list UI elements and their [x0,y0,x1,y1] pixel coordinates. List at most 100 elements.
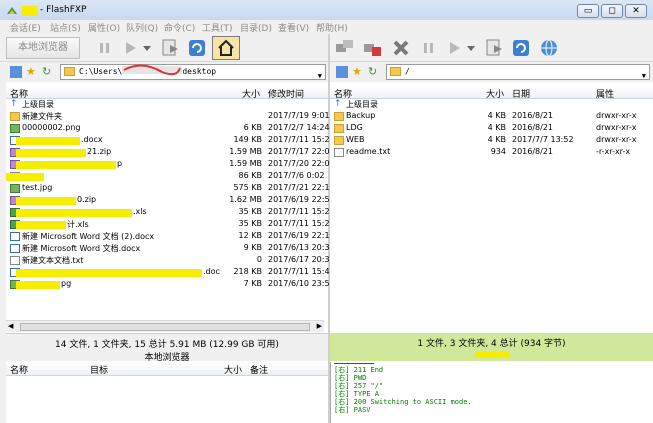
cell-modified: 2017/2/7 14:24 [268,123,330,132]
local-path-input[interactable]: C:\Users\ desktop ▼ [60,64,326,80]
list-item[interactable]: .xls 35 KB 2017/7/11 15:2 [6,207,330,219]
cell-name: .xls [133,207,147,216]
favorites-star-icon[interactable]: ★ [26,65,36,78]
abort-icon[interactable] [390,37,412,59]
menu-sites[interactable]: 站点(S) [50,21,81,34]
menu-help[interactable]: 帮助(H) [316,21,348,34]
connect-icon[interactable] [334,37,356,59]
cell-name: test.jpg [22,183,53,192]
list-item[interactable]: ↑ 上级目录 [330,99,653,111]
list-item[interactable]: readme.txt 934 2016/8/21 -r-xr-xr-x [330,147,653,159]
chevron-down-icon[interactable]: ▼ [642,69,646,83]
log-line: [右] PWD [334,374,367,382]
cell-modified: 2017/7/21 22:1 [268,183,330,192]
globe-icon[interactable] [538,37,560,59]
cell-date: 2017/7/7 13:52 [512,135,574,144]
home-icon[interactable] [212,36,240,60]
refresh-icon-remote[interactable] [510,37,532,59]
list-item[interactable]: .doc 218 KB 2017/7/11 15:4 [6,267,330,279]
cell-size: 149 KB [233,135,262,144]
list-item[interactable]: 新建 Microsoft Word 文档.docx 9 KB 2017/6/13 2… [6,243,330,255]
scroll-right-icon[interactable]: ▶ [317,322,322,330]
scroll-thumb[interactable] [20,323,310,331]
favorites-star-icon[interactable]: ★ [352,65,362,78]
local-horizontal-scrollbar[interactable]: ◀ ▶ [6,320,324,332]
menu-queue[interactable]: 队列(Q) [126,21,158,34]
menu-commands[interactable]: 命令(C) [164,21,195,34]
redaction [16,149,86,157]
cell-modified: 2017/7/11 15:2 [268,135,330,144]
up-icon: ↑ [334,99,342,109]
pause-icon[interactable] [94,37,116,59]
menu-properties[interactable]: 属性(O) [88,21,120,34]
disconnect-icon[interactable] [362,37,384,59]
cell-size: 1.59 MB [229,147,262,156]
local-list-header: 名称 大小 修改时间 [6,86,328,100]
log-line-partial [334,362,374,364]
queue-column-remark[interactable]: 备注 [250,363,268,376]
maximize-button[interactable]: ◻ [601,4,623,18]
play-icon-remote[interactable] [444,37,466,59]
list-item[interactable]: test.jpg 575 KB 2017/7/21 22:1 [6,183,330,195]
list-item[interactable]: 新建文件夹 2017/7/19 9:01 [6,111,330,123]
list-item[interactable]: pg 7 KB 2017/6/10 23:5 [6,279,330,291]
refresh-icon[interactable] [186,37,208,59]
cell-name: pg [61,279,72,288]
remote-status-bar: 1 文件, 3 文件夹, 4 总计 (934 字节) [330,333,653,361]
transfer-icon[interactable] [160,37,182,59]
list-item[interactable]: .docx 149 KB 2017/7/11 15:2 [6,135,330,147]
minimize-button[interactable]: ▭ [577,4,599,18]
menu-view[interactable]: 查看(V) [278,21,309,34]
remote-status-text: 1 文件, 3 文件夹, 4 总计 (934 字节) [417,339,566,349]
cell-modified: 2017/7/11 15:2 [268,219,330,228]
refresh-small-icon[interactable]: ↻ [42,65,51,78]
remote-path-input[interactable]: / ▼ [386,64,650,80]
cell-name: 00000002.png [22,123,81,132]
list-item[interactable]: 21.zip 1.59 MB 2017/7/17 22:0 [6,147,330,159]
play-icon[interactable] [120,37,142,59]
cell-modified: 2017/7/19 9:01 [268,111,330,120]
list-item[interactable]: 新建文本文档.txt 0 2017/6/17 20:3 [6,255,330,267]
session-log[interactable]: [右] 211 End [右] PWD [右] 257 "/" [右] TYPE A[… [330,362,653,423]
menu-session[interactable]: 会话(E) [10,21,41,34]
cell-name: 计.xls [67,220,89,229]
view-icon[interactable] [336,66,348,78]
title-bar: - FlashFXP ▭ ◻ ✕ [0,0,653,22]
close-button[interactable]: ✕ [625,4,647,18]
cell-name: .docx [81,135,103,144]
queue-column-size[interactable]: 大小 [224,363,242,376]
window-title: - FlashFXP [40,5,87,15]
cell-size: 9 KB [243,243,262,252]
chevron-down-icon[interactable]: ▼ [318,69,322,83]
cell-size: 4 KB [487,111,506,120]
local-browser-button[interactable]: 本地浏览器 [6,37,80,59]
menu-tools[interactable]: 工具(T) [202,21,233,34]
list-item[interactable]: 新建 Microsoft Word 文档 (2).docx 12 KB 2017/6… [6,231,330,243]
chevron-down-icon[interactable] [142,37,152,59]
list-item[interactable]: p 1.59 MB 2017/7/20 22:0 [6,159,330,171]
redaction [16,137,80,145]
list-item[interactable]: 86 KB 2017/7/6 0:02 [6,171,328,183]
list-item[interactable]: LDG 4 KB 2016/8/21 drwxr-xr-x [330,123,653,135]
list-item[interactable]: 00000002.png 6 KB 2017/2/7 14:24 [6,123,330,135]
view-icon[interactable] [10,66,22,78]
list-item[interactable]: WEB 4 KB 2017/7/7 13:52 drwxr-xr-x [330,135,653,147]
redaction [16,161,116,169]
refresh-small-icon[interactable]: ↻ [368,65,377,78]
redaction [16,209,132,217]
transfer-icon-remote[interactable] [484,37,506,59]
cell-modified: 2017/6/13 20:3 [268,243,330,252]
folder-icon [334,124,344,133]
list-item[interactable]: ↑ 上级目录 [6,99,328,111]
local-status-text: 14 文件, 1 文件夹, 15 总计 5.91 MB (12.99 GB 可用… [55,340,279,350]
log-line: [右] TYPE A [334,390,379,398]
menu-directory[interactable]: 目录(D) [240,21,272,34]
list-item[interactable]: 0.zip 1.62 MB 2017/6/19 22:5 [6,195,330,207]
chevron-down-icon[interactable] [466,37,476,59]
list-item[interactable]: Backup 4 KB 2016/8/21 drwxr-xr-x [330,111,653,123]
pause-icon-remote[interactable] [418,37,440,59]
list-item[interactable]: 计.xls 35 KB 2017/7/11 15:2 [6,219,330,231]
queue-column-name[interactable]: 名称 [10,363,28,376]
queue-column-target[interactable]: 目标 [90,363,108,376]
scroll-left-icon[interactable]: ◀ [8,322,13,330]
